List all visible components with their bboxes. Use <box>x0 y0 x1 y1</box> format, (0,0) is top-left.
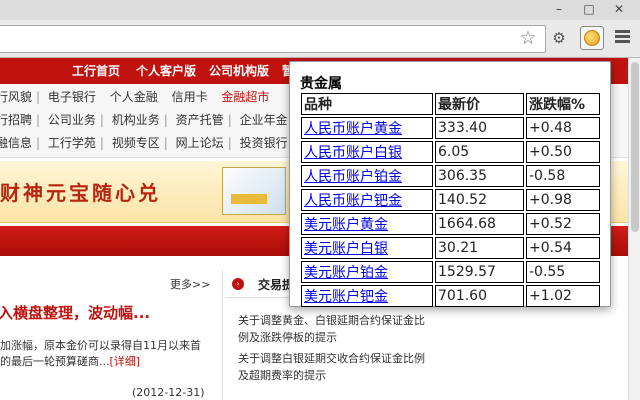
nav-corporate[interactable]: 公司机构版 <box>209 58 269 84</box>
precious-metals-table: 品种 最新价 涨跌幅% 人民币账户黄金 333.40 +0.48 人民币账户白银… <box>299 91 602 309</box>
column-divider <box>222 270 223 400</box>
sub-nav-link[interactable]: 资产托管 <box>176 113 224 127</box>
star-icon[interactable]: ☆ <box>517 27 539 49</box>
table-row: 人民币账户黄金 333.40 +0.48 <box>301 117 600 139</box>
puzzle-extension-icon[interactable]: ⚙ <box>547 26 571 50</box>
news-column: 更多>> 入横盘整理，波动幅... 加涨幅，原本金价可以录得自11月以来首 的最… <box>0 270 218 400</box>
bank-card-image <box>222 167 286 215</box>
metal-price: 333.40 <box>435 117 524 139</box>
metal-price: 30.21 <box>435 237 524 259</box>
sub-nav-link[interactable]: 行招聘 <box>0 113 32 127</box>
sub-nav-link[interactable]: 融信息 <box>0 136 32 150</box>
window-title-bar: – □ ✕ <box>0 0 640 20</box>
scrollbar-thumb[interactable] <box>631 62 639 232</box>
sub-nav-link[interactable]: 视频专区 <box>112 136 160 150</box>
metal-price: 6.05 <box>435 141 524 163</box>
sub-nav-row-3: 融信息 | 工行学苑 | 视频专区 | 网上论坛 | 投资银行 <box>0 131 292 155</box>
table-row: 美元账户钯金 701.60 +1.02 <box>301 285 600 307</box>
metal-change: +0.50 <box>526 141 600 163</box>
metal-change: +0.48 <box>526 117 600 139</box>
metal-change: +1.02 <box>526 285 600 307</box>
browser-toolbar <box>0 20 640 58</box>
sub-nav-link[interactable]: 网上论坛 <box>176 136 224 150</box>
coin-icon <box>584 30 600 46</box>
detail-link[interactable]: [详细] <box>110 355 141 368</box>
sub-nav-row-2: 行招聘 | 公司业务 | 机构业务 | 资产托管 | 企业年金 <box>0 108 292 132</box>
sub-nav-link[interactable]: 电子银行 <box>48 90 96 104</box>
metal-change: -0.58 <box>526 165 600 187</box>
table-row: 美元账户黄金 1664.68 +0.52 <box>301 213 600 235</box>
metal-name-link[interactable]: 美元账户钯金 <box>301 285 433 307</box>
metal-price: 140.52 <box>435 189 524 211</box>
sub-nav-link[interactable]: 公司业务 <box>48 113 96 127</box>
metal-name-link[interactable]: 美元账户白银 <box>301 237 433 259</box>
sub-nav-row-1: 行风貌 | 电子银行 个人金融 信用卡 金融超市 <box>0 85 273 109</box>
notice-link[interactable]: 关于调整黄金、白银延期合约保证金比例及涨跌停板的提示 <box>238 312 426 346</box>
circle-arrow-icon: › <box>232 278 244 290</box>
metal-name-link[interactable]: 美元账户铂金 <box>301 261 433 283</box>
metal-name-link[interactable]: 人民币账户黄金 <box>301 117 433 139</box>
table-header-row: 品种 最新价 涨跌幅% <box>301 93 600 115</box>
sub-nav-link[interactable]: 机构业务 <box>112 113 160 127</box>
metal-name-link[interactable]: 美元账户黄金 <box>301 213 433 235</box>
more-link[interactable]: 更多>> <box>170 276 210 292</box>
hamburger-menu-icon[interactable] <box>612 28 632 48</box>
metal-change: +0.98 <box>526 189 600 211</box>
metal-price: 1664.68 <box>435 213 524 235</box>
metal-change: -0.55 <box>526 261 600 283</box>
metal-price: 306.35 <box>435 165 524 187</box>
nav-home[interactable]: 工行首页 <box>72 58 120 84</box>
table-row: 美元账户铂金 1529.57 -0.55 <box>301 261 600 283</box>
metal-change: +0.54 <box>526 237 600 259</box>
sub-nav-link[interactable]: 金融超市 <box>221 90 269 104</box>
metal-price: 1529.57 <box>435 261 524 283</box>
table-row: 人民币账户钯金 140.52 +0.98 <box>301 189 600 211</box>
news-date: (2012-12-31) <box>132 386 205 399</box>
column-header-name: 品种 <box>301 93 433 115</box>
sub-nav-link[interactable]: 行风貌 <box>0 90 32 104</box>
page-scrollbar[interactable] <box>628 58 640 400</box>
metal-price: 701.60 <box>435 285 524 307</box>
minimize-icon[interactable]: – <box>548 1 570 17</box>
metal-name-link[interactable]: 人民币账户钯金 <box>301 189 433 211</box>
address-bar[interactable] <box>0 25 546 53</box>
sub-nav-link[interactable]: 投资银行 <box>240 136 288 150</box>
sub-nav-link[interactable]: 信用卡 <box>172 90 208 104</box>
banner-text: 财神元宝随心兑 <box>0 181 161 205</box>
column-header-price: 最新价 <box>435 93 524 115</box>
notice-link[interactable]: 关于调整白银延期交收合约保证金比例及超期费率的提示 <box>238 350 426 384</box>
precious-metals-popup: 贵金属 品种 最新价 涨跌幅% 人民币账户黄金 333.40 +0.48 人民币… <box>289 61 611 307</box>
news-headline[interactable]: 入横盘整理，波动幅... <box>0 302 150 323</box>
sub-nav-link[interactable]: 工行学苑 <box>48 136 96 150</box>
news-summary: 加涨幅，原本金价可以录得自11月以来首 的最后一轮预算磋商...[详细] <box>0 338 218 370</box>
table-row: 美元账户白银 30.21 +0.54 <box>301 237 600 259</box>
nav-personal[interactable]: 个人客户版 <box>136 58 196 84</box>
table-row: 人民币账户铂金 306.35 -0.58 <box>301 165 600 187</box>
column-header-change: 涨跌幅% <box>526 93 600 115</box>
close-icon[interactable]: ✕ <box>608 1 630 17</box>
metal-name-link[interactable]: 人民币账户白银 <box>301 141 433 163</box>
sub-nav-link[interactable]: 企业年金 <box>240 113 288 127</box>
precious-metal-extension-button[interactable] <box>580 26 604 50</box>
maximize-icon[interactable]: □ <box>578 1 600 17</box>
metal-change: +0.52 <box>526 213 600 235</box>
popup-title: 贵金属 <box>300 76 342 92</box>
table-row: 人民币账户白银 6.05 +0.50 <box>301 141 600 163</box>
sub-nav-link[interactable]: 个人金融 <box>110 90 158 104</box>
summary-line-2: 的最后一轮预算磋商... <box>0 355 110 368</box>
metal-name-link[interactable]: 人民币账户铂金 <box>301 165 433 187</box>
summary-line-1: 加涨幅，原本金价可以录得自11月以来首 <box>0 339 201 352</box>
